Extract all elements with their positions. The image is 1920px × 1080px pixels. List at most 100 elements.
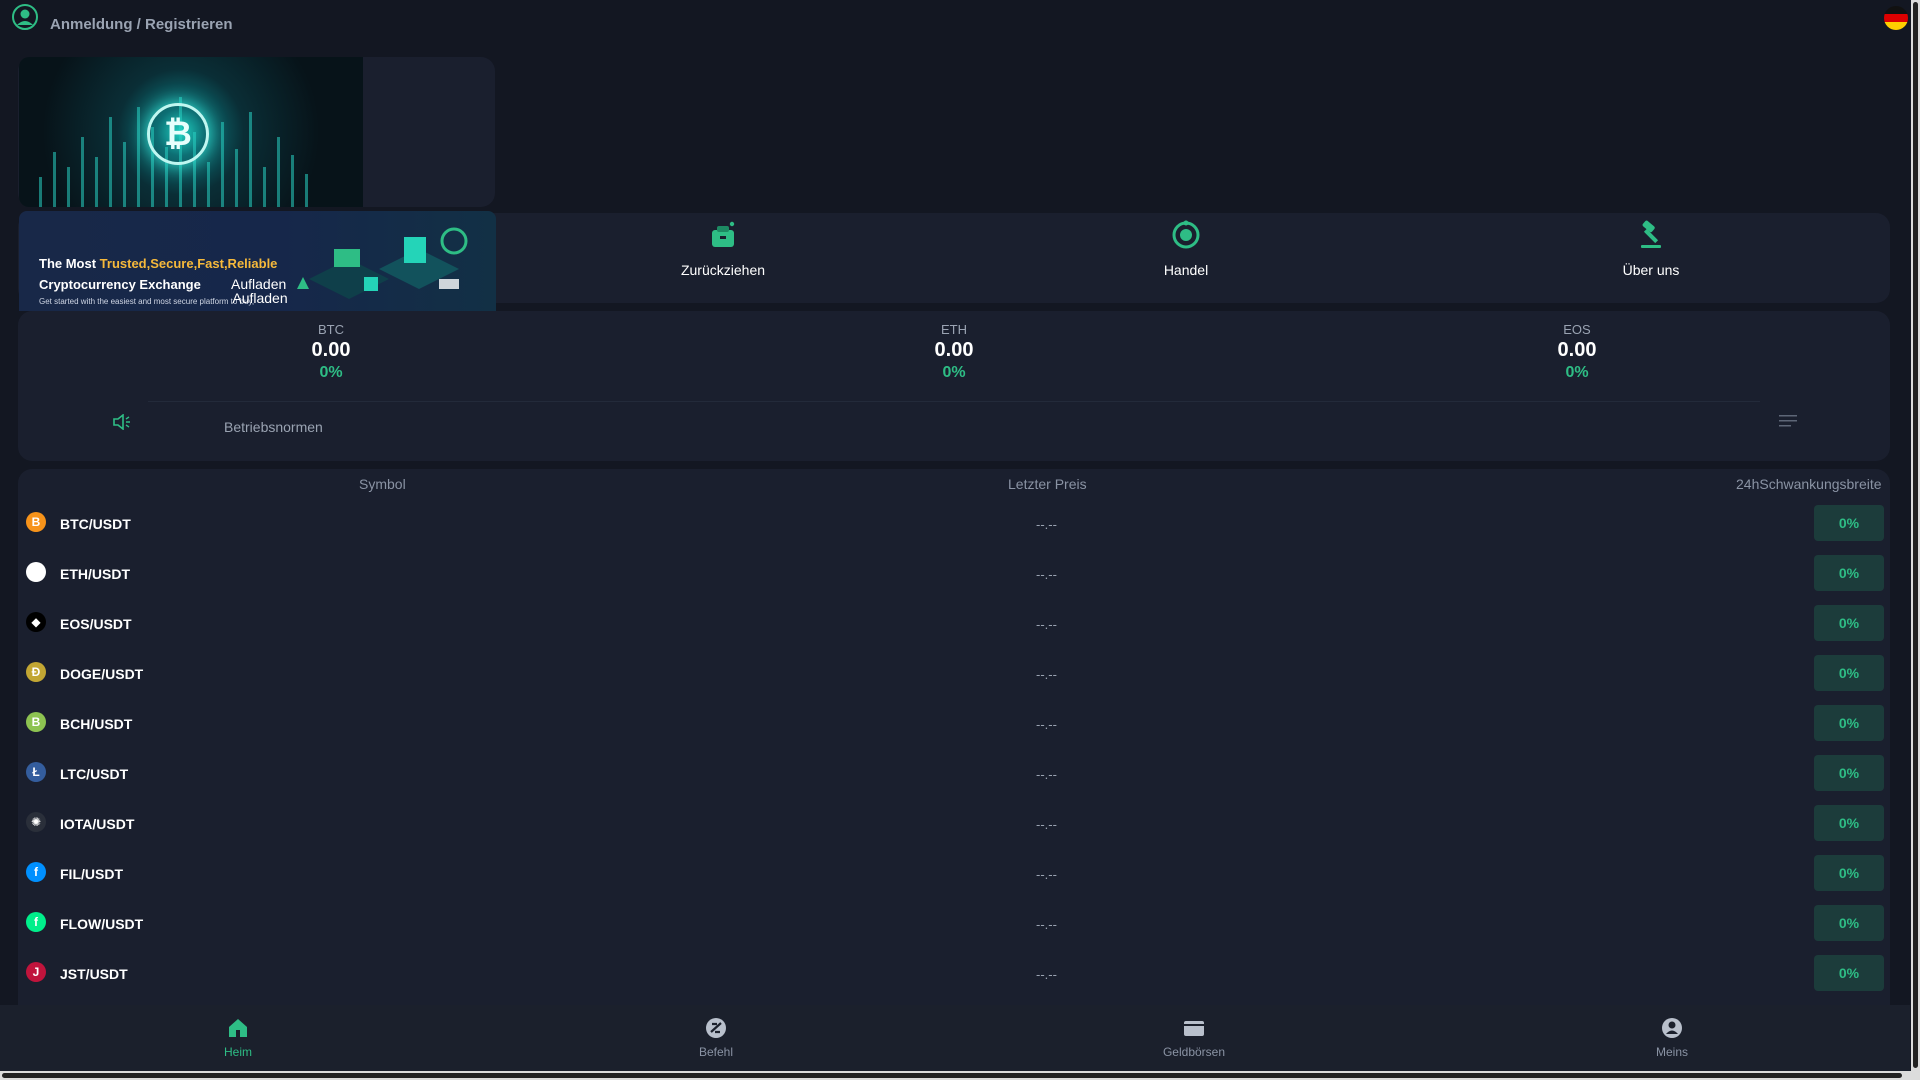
tab-mine[interactable]: Meins bbox=[1592, 1005, 1752, 1059]
german-flag-icon[interactable] bbox=[1884, 6, 1908, 30]
pair-label: BCH/USDT bbox=[60, 716, 133, 732]
quick-deposit-label[interactable]: Aufladen bbox=[231, 276, 286, 292]
horizontal-scrollbar[interactable] bbox=[0, 1071, 1911, 1080]
pair-label: ETH/USDT bbox=[60, 566, 130, 582]
last-price: --.-- bbox=[1036, 717, 1057, 732]
table-row[interactable]: ✺ IOTA/USDT --.-- 0% bbox=[18, 800, 1890, 850]
last-price: --.-- bbox=[1036, 767, 1057, 782]
hammer-icon bbox=[1641, 220, 1661, 248]
change-badge[interactable]: 0% bbox=[1814, 605, 1884, 641]
chart-bar bbox=[137, 107, 140, 207]
pair-label: DOGE/USDT bbox=[60, 666, 144, 682]
order-icon bbox=[706, 1018, 726, 1038]
table-row[interactable]: ♦ ETH/USDT --.-- 0% bbox=[18, 550, 1890, 600]
last-price: --.-- bbox=[1036, 617, 1057, 632]
last-price: --.-- bbox=[1036, 867, 1057, 882]
pair-label: IOTA/USDT bbox=[60, 816, 135, 832]
ticker-eth[interactable]: ETH 0.00 0% bbox=[854, 322, 1054, 382]
change-badge[interactable]: 0% bbox=[1814, 955, 1884, 991]
ticker-btc[interactable]: BTC 0.00 0% bbox=[231, 322, 431, 382]
login-register-link[interactable]: Anmeldung / Registrieren bbox=[50, 16, 233, 33]
quick-withdraw[interactable]: Zurückziehen bbox=[613, 220, 833, 278]
doge-icon: Ð bbox=[26, 662, 46, 682]
ltc-icon: Ł bbox=[26, 762, 46, 782]
last-price: --.-- bbox=[1036, 567, 1057, 582]
change-badge[interactable]: 0% bbox=[1814, 905, 1884, 941]
chart-bar bbox=[235, 149, 238, 207]
ticker-eos[interactable]: EOS 0.00 0% bbox=[1477, 322, 1677, 382]
home-icon bbox=[229, 1019, 247, 1037]
eth-icon: ♦ bbox=[26, 562, 46, 582]
table-row[interactable]: ◆ EOS/USDT --.-- 0% bbox=[18, 600, 1890, 650]
chart-bar bbox=[67, 167, 70, 207]
table-row[interactable]: f FIL/USDT --.-- 0% bbox=[18, 850, 1890, 900]
quick-about[interactable]: Über uns bbox=[1541, 220, 1761, 278]
pair-label: JST/USDT bbox=[60, 966, 128, 982]
tab-order[interactable]: Befehl bbox=[636, 1005, 796, 1059]
pair-label: LTC/USDT bbox=[60, 766, 129, 782]
change-badge[interactable]: 0% bbox=[1814, 805, 1884, 841]
quick-trade[interactable]: Handel bbox=[1076, 220, 1296, 278]
chart-bar bbox=[305, 174, 308, 207]
table-row[interactable]: f FLOW/USDT --.-- 0% bbox=[18, 900, 1890, 950]
change-badge[interactable]: 0% bbox=[1814, 755, 1884, 791]
table-row[interactable]: Ł LTC/USDT --.-- 0% bbox=[18, 750, 1890, 800]
btc-icon: B bbox=[26, 512, 46, 532]
list-menu-icon[interactable] bbox=[1779, 414, 1797, 428]
divider bbox=[148, 401, 1760, 402]
pair-label: EOS/USDT bbox=[60, 616, 132, 632]
chart-bar bbox=[249, 112, 252, 207]
chart-bar bbox=[81, 137, 84, 207]
pair-label: BTC/USDT bbox=[60, 516, 131, 532]
tab-home[interactable]: Heim bbox=[158, 1005, 318, 1059]
wallet-icon bbox=[1184, 1021, 1204, 1036]
vertical-scrollbar[interactable] bbox=[1911, 0, 1920, 1080]
table-row[interactable]: B BCH/USDT --.-- 0% bbox=[18, 700, 1890, 750]
last-price: --.-- bbox=[1036, 967, 1057, 982]
header-last-price: Letzter Preis bbox=[1008, 476, 1087, 492]
quick-deposit[interactable]: Aufladen bbox=[150, 220, 370, 306]
chart-bar bbox=[207, 162, 210, 207]
header-change: 24hSchwankungsbreite bbox=[1736, 476, 1882, 492]
profile-icon bbox=[1662, 1018, 1682, 1038]
notice-link[interactable]: Betriebsnormen bbox=[224, 419, 323, 435]
chart-bar bbox=[109, 117, 112, 207]
table-row[interactable]: J JST/USDT --.-- 0% bbox=[18, 950, 1890, 1000]
last-price: --.-- bbox=[1036, 667, 1057, 682]
chart-bar bbox=[39, 177, 42, 207]
wallet-withdraw-icon bbox=[712, 221, 735, 247]
pair-label: FLOW/USDT bbox=[60, 916, 144, 932]
chart-bar bbox=[95, 157, 98, 207]
fil-icon: f bbox=[26, 862, 46, 882]
change-badge[interactable]: 0% bbox=[1814, 505, 1884, 541]
last-price: --.-- bbox=[1036, 817, 1057, 832]
top-bar: Anmeldung / Registrieren bbox=[0, 0, 1920, 50]
header-symbol: Symbol bbox=[359, 476, 406, 492]
pair-label: FIL/USDT bbox=[60, 866, 123, 882]
speaker-icon bbox=[113, 414, 130, 430]
flow-icon: f bbox=[26, 912, 46, 932]
jst-icon: J bbox=[26, 962, 46, 982]
chart-bar bbox=[221, 122, 224, 207]
user-circle-icon[interactable] bbox=[12, 4, 38, 30]
bch-icon: B bbox=[26, 712, 46, 732]
chart-bar bbox=[53, 152, 56, 207]
banner-image[interactable]: ₿ bbox=[19, 57, 363, 207]
last-price: --.-- bbox=[1036, 517, 1057, 532]
bitcoin-icon: ₿ bbox=[147, 103, 209, 165]
eos-icon: ◆ bbox=[26, 612, 46, 632]
table-row[interactable]: Ð DOGE/USDT --.-- 0% bbox=[18, 650, 1890, 700]
table-row[interactable]: B BTC/USDT --.-- 0% bbox=[18, 500, 1890, 550]
chart-bar bbox=[123, 142, 126, 207]
change-badge[interactable]: 0% bbox=[1814, 655, 1884, 691]
last-price: --.-- bbox=[1036, 917, 1057, 932]
iota-icon: ✺ bbox=[26, 812, 46, 832]
change-badge[interactable]: 0% bbox=[1814, 855, 1884, 891]
chart-bar bbox=[263, 167, 266, 207]
change-badge[interactable]: 0% bbox=[1814, 555, 1884, 591]
trade-cycle-icon bbox=[1172, 220, 1200, 249]
chart-bar bbox=[277, 137, 280, 207]
tab-wallets[interactable]: Geldbörsen bbox=[1114, 1005, 1274, 1059]
change-badge[interactable]: 0% bbox=[1814, 705, 1884, 741]
chart-bar bbox=[291, 155, 294, 207]
